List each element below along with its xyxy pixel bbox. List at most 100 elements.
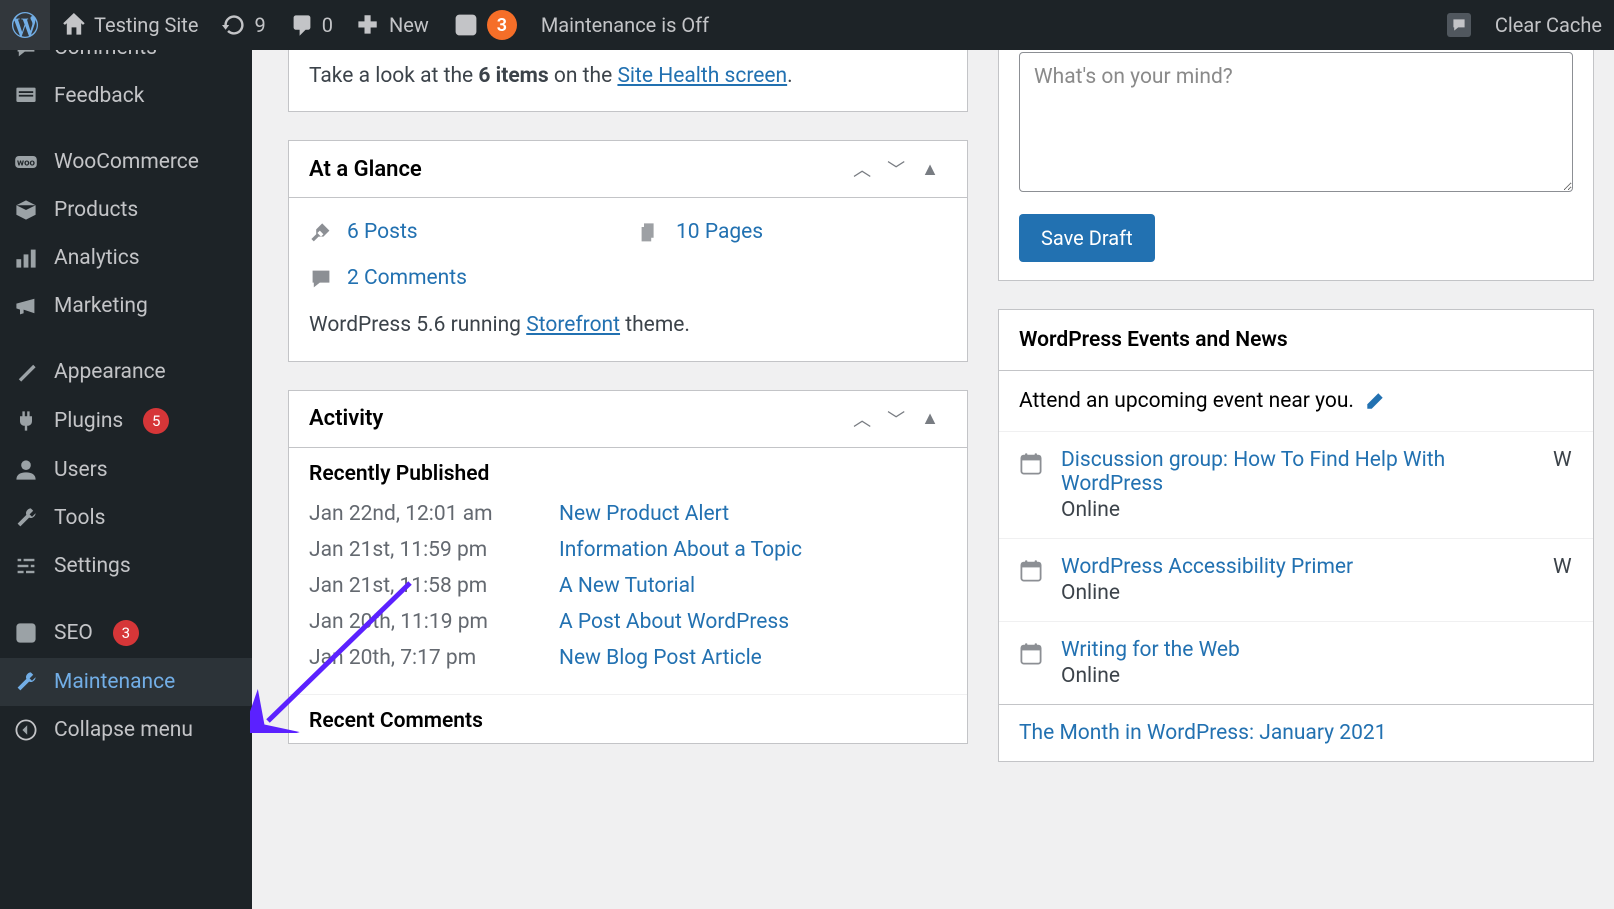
new-content-link[interactable]: New <box>345 0 441 50</box>
glance-pages[interactable]: 10 Pages <box>638 216 947 250</box>
admin-toolbar: Testing Site 9 0 New 3 Maintenance is Of… <box>0 0 1614 50</box>
updates-icon <box>222 13 246 37</box>
sidebar-label: Plugins <box>54 409 123 433</box>
comment-icon <box>290 13 314 37</box>
activity-post-link[interactable]: New Product Alert <box>559 502 729 526</box>
users-icon <box>12 458 40 482</box>
news-links: The Month in WordPress: January 2021 <box>999 704 1593 761</box>
event-date: W <box>1553 555 1573 579</box>
maintenance-status[interactable]: Maintenance is Off <box>529 0 721 50</box>
badge: 3 <box>113 620 139 646</box>
analytics-icon <box>12 246 40 270</box>
sidebar-label: Collapse menu <box>54 718 193 742</box>
toggle-icon[interactable]: ▲ <box>913 408 947 429</box>
sidebar-item-comments[interactable]: Comments <box>0 50 252 72</box>
glance-wp-version: WordPress 5.6 running Storefront theme. <box>309 309 947 343</box>
sidebar-item-feedback[interactable]: Feedback <box>0 72 252 120</box>
calendar-icon <box>1019 452 1043 480</box>
activity-box: Activity ︿ ﹀ ▲ Recently Published Jan 22… <box>288 390 968 744</box>
sidebar-item-products[interactable]: Products <box>0 186 252 234</box>
sidebar-item-plugins[interactable]: Plugins5 <box>0 396 252 446</box>
updates-link[interactable]: 9 <box>210 0 277 50</box>
move-down-icon[interactable]: ﹀ <box>879 156 913 182</box>
events-news-box: WordPress Events and News Attend an upco… <box>998 309 1594 762</box>
sidebar-label: Maintenance <box>54 670 175 694</box>
comments-link[interactable]: 0 <box>278 0 345 50</box>
news-link[interactable]: The Month in WordPress: January 2021 <box>1019 721 1573 745</box>
sidebar-item-woocommerce[interactable]: wooWooCommerce <box>0 138 252 186</box>
sidebar-item-settings[interactable]: Settings <box>0 542 252 590</box>
activity-date: Jan 20th, 11:19 pm <box>309 610 559 634</box>
sidebar-label: Appearance <box>54 360 166 384</box>
sidebar-item-users[interactable]: Users <box>0 446 252 494</box>
sidebar-item-analytics[interactable]: Analytics <box>0 234 252 282</box>
quickdraft-textarea[interactable] <box>1019 52 1573 192</box>
move-down-icon[interactable]: ﹀ <box>879 406 913 432</box>
sidebar-label: Settings <box>54 554 131 578</box>
event-link[interactable]: Writing for the Web <box>1061 638 1240 662</box>
sidebar-item-tools[interactable]: Tools <box>0 494 252 542</box>
move-up-icon[interactable]: ︿ <box>845 156 879 182</box>
feedback-icon <box>12 84 40 108</box>
seo-icon <box>12 621 40 645</box>
settings-icon <box>12 554 40 578</box>
comments-icon <box>12 50 40 60</box>
activity-post-link[interactable]: A Post About WordPress <box>559 610 789 634</box>
site-health-link[interactable]: Site Health screen <box>617 64 787 88</box>
clear-cache-text: Clear Cache <box>1495 13 1602 37</box>
site-name-link[interactable]: Testing Site <box>50 0 210 50</box>
admin-sidebar: Comments Feedback wooWooCommerceProductsAn… <box>0 50 252 909</box>
sidebar-item-seo[interactable]: SEO 3 <box>0 608 252 658</box>
sidebar-label: Comments <box>54 50 157 60</box>
yoast-link[interactable]: 3 <box>441 0 529 50</box>
calendar-icon <box>1019 642 1043 670</box>
products-icon <box>12 198 40 222</box>
event-link[interactable]: WordPress Accessibility Primer <box>1061 555 1353 579</box>
events-list: Discussion group: How To Find Help With … <box>999 431 1593 704</box>
activity-date: Jan 21st, 11:59 pm <box>309 538 559 562</box>
sidebar-item-maintenance[interactable]: Maintenance <box>0 658 252 706</box>
activity-post-link[interactable]: Information About a Topic <box>559 538 802 562</box>
activity-post-link[interactable]: A New Tutorial <box>559 574 695 598</box>
activity-row: Jan 22nd, 12:01 amNew Product Alert <box>309 496 947 532</box>
edit-icon[interactable] <box>1364 390 1386 412</box>
activity-header[interactable]: Activity ︿ ﹀ ▲ <box>289 391 967 448</box>
activity-post-link[interactable]: New Blog Post Article <box>559 646 762 670</box>
save-draft-button[interactable]: Save Draft <box>1019 214 1155 262</box>
event-row: WordPress Accessibility PrimerOnline W <box>999 538 1593 621</box>
maintenance-text: Maintenance is Off <box>541 13 709 37</box>
activity-row: Jan 21st, 11:59 pmInformation About a To… <box>309 532 947 568</box>
event-location: Online <box>1061 581 1535 605</box>
comments-icon <box>309 267 333 291</box>
notification-icon <box>1447 13 1471 37</box>
event-link[interactable]: Discussion group: How To Find Help With … <box>1061 448 1445 496</box>
sidebar-label: Users <box>54 458 108 482</box>
theme-link[interactable]: Storefront <box>526 313 620 337</box>
move-up-icon[interactable]: ︿ <box>845 406 879 432</box>
event-location: Online <box>1061 498 1535 522</box>
wp-logo[interactable] <box>0 0 50 50</box>
glance-comments[interactable]: 2 Comments <box>309 262 618 296</box>
woo-icon: woo <box>12 150 40 174</box>
yoast-badge: 3 <box>487 10 517 40</box>
sidebar-label: Tools <box>54 506 105 530</box>
clear-cache-link[interactable]: Clear Cache <box>1483 0 1614 50</box>
recent-comments-heading: Recent Comments <box>289 694 967 743</box>
at-a-glance-header[interactable]: At a Glance ︿ ﹀ ▲ <box>289 141 967 198</box>
tools-icon <box>12 506 40 530</box>
sidebar-item-marketing[interactable]: Marketing <box>0 282 252 330</box>
site-health-box: can do to improve its performance and se… <box>288 50 968 112</box>
notifications-link[interactable] <box>1435 0 1483 50</box>
new-label: New <box>389 13 429 37</box>
glance-posts[interactable]: 6 Posts <box>309 216 618 250</box>
toggle-icon[interactable]: ▲ <box>913 159 947 180</box>
sidebar-item-collapse-menu[interactable]: Collapse menu <box>0 706 252 754</box>
activity-title: Activity <box>309 406 845 431</box>
events-near-you: Attend an upcoming event near you. <box>999 371 1593 431</box>
sidebar-label: SEO <box>54 621 93 645</box>
plugins-icon <box>12 409 40 433</box>
activity-row: Jan 20th, 7:17 pmNew Blog Post Article <box>309 640 947 676</box>
comments-count: 0 <box>322 13 333 37</box>
sidebar-item-appearance[interactable]: Appearance <box>0 348 252 396</box>
activity-row: Jan 21st, 11:58 pmA New Tutorial <box>309 568 947 604</box>
